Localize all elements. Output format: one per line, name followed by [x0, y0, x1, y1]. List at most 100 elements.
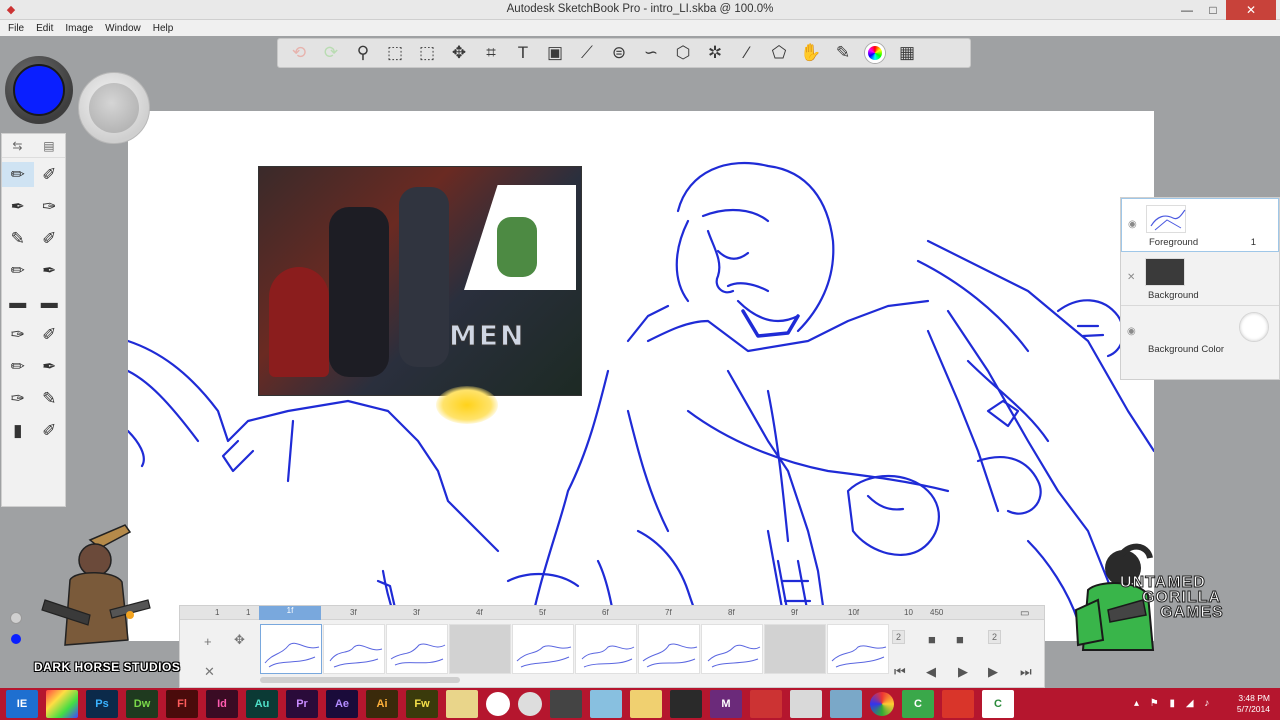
- layer-background[interactable]: ✕ Background: [1121, 252, 1279, 306]
- frame-end-field[interactable]: 2: [988, 630, 1002, 644]
- ink-pen-brush-icon[interactable]: ✎: [2, 226, 34, 251]
- menu-edit[interactable]: Edit: [36, 23, 53, 34]
- brush-puck[interactable]: [78, 72, 150, 144]
- maximize-button[interactable]: □: [1200, 0, 1226, 20]
- flat-marker-brush-icon[interactable]: ▬: [2, 290, 34, 315]
- taskbar-app-icon[interactable]: [830, 690, 862, 718]
- go-to-end-icon[interactable]: ⏭: [1020, 664, 1032, 680]
- taskbar-audition[interactable]: Au: [246, 690, 278, 718]
- menu-file[interactable]: File: [8, 23, 24, 34]
- timeline-ruler[interactable]: 1 1 1f 3f 3f 4f 5f 6f 7f 8f 9f 10f 10 45…: [180, 606, 1044, 620]
- taskbar-app-icon[interactable]: [46, 690, 78, 718]
- timeline-frame-empty[interactable]: [764, 624, 826, 674]
- brush-library-icon[interactable]: ▤: [43, 139, 54, 153]
- taskbar-premiere[interactable]: Pr: [286, 690, 318, 718]
- french-curve-icon[interactable]: ∽: [636, 40, 666, 66]
- taskbar-fireworks[interactable]: Fw: [406, 690, 438, 718]
- taskbar-chrome-icon[interactable]: [870, 692, 894, 716]
- hard-pencil-brush-icon[interactable]: ✐: [34, 162, 66, 187]
- pencil-brush-icon[interactable]: ✏: [2, 162, 34, 187]
- taskbar-app-icon[interactable]: [446, 690, 478, 718]
- taskbar-after-effects[interactable]: Ae: [326, 690, 358, 718]
- lagoon-toggle-icon[interactable]: [10, 612, 22, 624]
- timeline-frame[interactable]: [512, 624, 574, 674]
- color-dot-icon[interactable]: [11, 634, 21, 644]
- timeline-frame[interactable]: [827, 624, 889, 674]
- go-to-start-icon[interactable]: ⏮: [894, 664, 906, 680]
- fill-icon[interactable]: ✋: [796, 40, 826, 66]
- taskbar-app-m[interactable]: M: [710, 690, 742, 718]
- timeline-frame[interactable]: [386, 624, 448, 674]
- step-forward-icon[interactable]: ▶: [988, 664, 998, 680]
- marker-brush-icon[interactable]: ✑: [34, 194, 66, 219]
- zoom-icon[interactable]: ⚲: [348, 40, 378, 66]
- color-puck[interactable]: [5, 56, 73, 124]
- taskbar-photoshop[interactable]: Ps: [86, 690, 118, 718]
- taskbar-flash[interactable]: Fl: [166, 690, 198, 718]
- sharpen-brush-icon[interactable]: ✎: [34, 386, 66, 411]
- symmetry-icon[interactable]: ✲: [700, 40, 730, 66]
- perspective-icon[interactable]: ⬡: [668, 40, 698, 66]
- step-back-icon[interactable]: ◀: [926, 664, 936, 680]
- taskbar-camtasia[interactable]: C: [902, 690, 934, 718]
- soft-airbrush-brush-icon[interactable]: ✐: [34, 322, 66, 347]
- play-icon[interactable]: ▶: [958, 664, 968, 680]
- ellipse-icon[interactable]: ⊜: [604, 40, 634, 66]
- text-icon[interactable]: T: [508, 40, 538, 66]
- crop-icon[interactable]: ⌗: [476, 40, 506, 66]
- taskbar-app-c[interactable]: C: [982, 690, 1014, 718]
- timeline-collapse-icon[interactable]: ▭: [1020, 608, 1029, 619]
- move-frame-icon[interactable]: ✥: [234, 632, 245, 648]
- background-color-swatch[interactable]: [1239, 312, 1269, 342]
- minimize-button[interactable]: —: [1174, 0, 1200, 20]
- redo-icon[interactable]: ⟳: [316, 40, 346, 66]
- close-button[interactable]: ✕: [1226, 0, 1276, 20]
- brush-size-indicator[interactable]: [89, 83, 139, 133]
- shape-icon[interactable]: ⬠: [764, 40, 794, 66]
- ruler-icon[interactable]: ⟋: [572, 40, 602, 66]
- timeline-frame[interactable]: [701, 624, 763, 674]
- timeline-frame[interactable]: [575, 624, 637, 674]
- brush-settings-icon[interactable]: ⇆: [12, 139, 22, 153]
- timeline-frame[interactable]: [323, 624, 385, 674]
- color-wheel-icon[interactable]: [860, 40, 890, 66]
- eraser-brush-icon[interactable]: ▮: [2, 418, 34, 443]
- taskbar-app-icon[interactable]: [750, 690, 782, 718]
- taskbar-illustrator[interactable]: Ai: [366, 690, 398, 718]
- image-icon[interactable]: ▣: [540, 40, 570, 66]
- smear-brush-icon[interactable]: ✒: [34, 354, 66, 379]
- timeline-frame-empty[interactable]: [449, 624, 511, 674]
- copic-library-icon[interactable]: ▦: [892, 40, 922, 66]
- drawing-canvas[interactable]: MEN: [128, 111, 1154, 641]
- frame-start-field[interactable]: 2: [892, 630, 906, 644]
- undo-icon[interactable]: ⟲: [284, 40, 314, 66]
- menu-help[interactable]: Help: [153, 23, 174, 34]
- taskbar-dreamweaver[interactable]: Dw: [126, 690, 158, 718]
- visibility-eye-icon[interactable]: ◉: [1128, 219, 1137, 230]
- taskbar-ie[interactable]: IE: [6, 690, 38, 718]
- tray-icons[interactable]: ▴ ⚑ ▮ ◢ ♪: [1134, 698, 1213, 709]
- lasso-icon[interactable]: ⬚: [412, 40, 442, 66]
- paintbrush-brush-icon[interactable]: ✏: [2, 354, 34, 379]
- menu-window[interactable]: Window: [105, 23, 141, 34]
- current-color-swatch[interactable]: [13, 64, 65, 116]
- timeline-scrollbar[interactable]: [260, 677, 460, 683]
- timeline-frame[interactable]: [260, 624, 322, 674]
- taskbar-app-icon[interactable]: [590, 690, 622, 718]
- clock[interactable]: 3:48 PM 5/7/2014: [1237, 693, 1270, 715]
- taskbar-speech-icon[interactable]: [486, 692, 510, 716]
- menu-image[interactable]: Image: [65, 23, 93, 34]
- delete-frame-icon[interactable]: ✕: [204, 664, 215, 680]
- layer-foreground[interactable]: ◉ Foreground 1: [1121, 198, 1279, 252]
- brushes-icon[interactable]: ✎: [828, 40, 858, 66]
- playhead-frame[interactable]: 1f: [259, 606, 321, 620]
- visibility-eye-icon[interactable]: ◉: [1127, 326, 1136, 337]
- visibility-cross-icon[interactable]: ✕: [1127, 272, 1135, 283]
- taskbar-steam-icon[interactable]: [670, 690, 702, 718]
- airbrush-brush-icon[interactable]: ✑: [2, 322, 34, 347]
- stop-icon[interactable]: ■: [928, 632, 936, 647]
- line-icon[interactable]: ⁄: [732, 40, 762, 66]
- selection-icon[interactable]: ⬚: [380, 40, 410, 66]
- soft-eraser-brush-icon[interactable]: ✐: [34, 418, 66, 443]
- taskbar-chat-icon[interactable]: [518, 692, 542, 716]
